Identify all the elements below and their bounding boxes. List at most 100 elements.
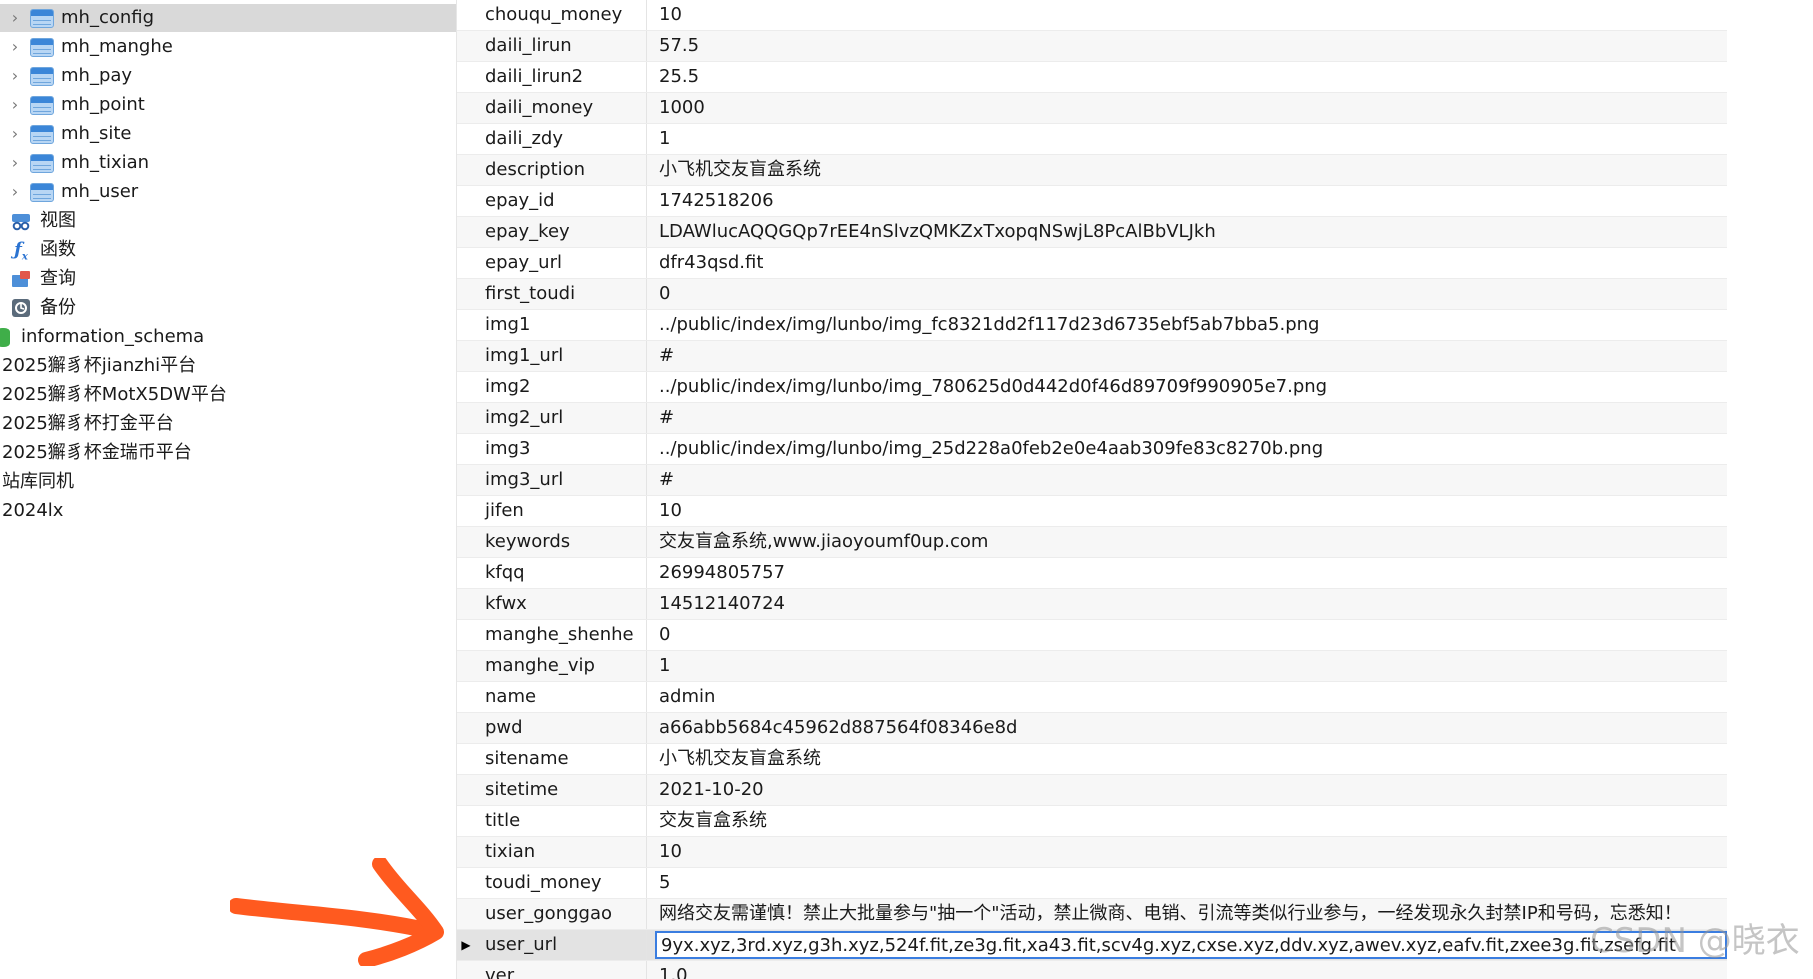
table-row[interactable]: kfwx 14512140724: [457, 589, 1727, 620]
table-row[interactable]: first_toudi 0: [457, 279, 1727, 310]
row-marker[interactable]: [457, 465, 475, 495]
row-marker[interactable]: [457, 155, 475, 185]
expand-arrow-icon[interactable]: ›: [8, 91, 22, 119]
cell-key[interactable]: img2: [479, 372, 647, 402]
cell-value[interactable]: 10: [659, 496, 1725, 526]
row-marker[interactable]: [457, 31, 475, 61]
cell-key[interactable]: user_gonggao: [479, 899, 647, 929]
cell-value[interactable]: 10: [659, 837, 1725, 867]
table-row[interactable]: daili_money 1000: [457, 93, 1727, 124]
table-row[interactable]: daili_lirun 57.5: [457, 31, 1727, 62]
table-row[interactable]: toudi_money 5: [457, 868, 1727, 899]
row-marker[interactable]: [457, 248, 475, 278]
row-marker[interactable]: [457, 806, 475, 836]
row-marker[interactable]: [457, 62, 475, 92]
cell-key[interactable]: pwd: [479, 713, 647, 743]
expand-arrow-icon[interactable]: ›: [8, 4, 22, 32]
table-row[interactable]: manghe_shenhe 0: [457, 620, 1727, 651]
table-row[interactable]: epay_key LDAWlucAQQGQp7rEE4nSlvzQMKZxTxo…: [457, 217, 1727, 248]
cell-key[interactable]: sitetime: [479, 775, 647, 805]
tree-connection-item[interactable]: 站库同机: [0, 468, 456, 496]
row-marker[interactable]: [457, 837, 475, 867]
cell-key[interactable]: jifen: [479, 496, 647, 526]
cell-key[interactable]: name: [479, 682, 647, 712]
tree-connection-item[interactable]: 2025獬豸杯金瑞币平台: [0, 439, 456, 467]
tree-table-mh-manghe[interactable]: › mh_manghe: [0, 33, 456, 61]
cell-value[interactable]: 14512140724: [659, 589, 1725, 619]
table-row[interactable]: tixian 10: [457, 837, 1727, 868]
row-marker[interactable]: [457, 310, 475, 340]
cell-key[interactable]: daili_money: [479, 93, 647, 123]
cell-key[interactable]: kfqq: [479, 558, 647, 588]
tree-connection-item[interactable]: 2025獬豸杯打金平台: [0, 410, 456, 438]
row-marker[interactable]: [457, 496, 475, 526]
table-row[interactable]: img3 ../public/index/img/lunbo/img_25d22…: [457, 434, 1727, 465]
cell-key[interactable]: first_toudi: [479, 279, 647, 309]
cell-value[interactable]: a66abb5684c45962d887564f08346e8d: [659, 713, 1725, 743]
row-marker[interactable]: [457, 775, 475, 805]
cell-key[interactable]: kfwx: [479, 589, 647, 619]
cell-key[interactable]: tixian: [479, 837, 647, 867]
cell-key[interactable]: chouqu_money: [479, 0, 647, 30]
row-marker[interactable]: [457, 558, 475, 588]
row-marker[interactable]: [457, 682, 475, 712]
cell-key[interactable]: img2_url: [479, 403, 647, 433]
cell-value[interactable]: #: [659, 403, 1725, 433]
cell-key[interactable]: keywords: [479, 527, 647, 557]
cell-value[interactable]: 1742518206: [659, 186, 1725, 216]
row-marker[interactable]: [457, 372, 475, 402]
tree-database-information-schema[interactable]: information_schema: [0, 323, 456, 351]
tree-node-functions[interactable]: ƒx 函数: [0, 236, 456, 264]
tree-connection-item[interactable]: 2025獬豸杯MotX5DW平台: [0, 381, 456, 409]
tree-node-backups[interactable]: 备份: [0, 294, 456, 322]
table-row[interactable]: kfqq 26994805757: [457, 558, 1727, 589]
cell-key[interactable]: img3_url: [479, 465, 647, 495]
cell-key[interactable]: title: [479, 806, 647, 836]
cell-value-editing[interactable]: 9yx.xyz,3rd.xyz,g3h.xyz,524f.fit,ze3g.fi…: [655, 931, 1727, 959]
table-row[interactable]: name admin: [457, 682, 1727, 713]
table-row[interactable]: img2 ../public/index/img/lunbo/img_78062…: [457, 372, 1727, 403]
table-row[interactable]: daili_zdy 1: [457, 124, 1727, 155]
table-row[interactable]: chouqu_money 10: [457, 0, 1727, 31]
table-row[interactable]: img3_url #: [457, 465, 1727, 496]
cell-key[interactable]: ver: [479, 961, 647, 979]
row-marker[interactable]: [457, 527, 475, 557]
cell-key[interactable]: epay_key: [479, 217, 647, 247]
cell-key[interactable]: toudi_money: [479, 868, 647, 898]
row-marker[interactable]: [457, 961, 475, 979]
table-row[interactable]: img1_url #: [457, 341, 1727, 372]
cell-value[interactable]: 1.0: [659, 961, 1725, 979]
row-marker[interactable]: [457, 868, 475, 898]
row-marker[interactable]: [457, 899, 475, 929]
table-row[interactable]: sitename 小飞机交友盲盒系统: [457, 744, 1727, 775]
cell-key[interactable]: epay_url: [479, 248, 647, 278]
tree-table-mh-user[interactable]: › mh_user: [0, 178, 456, 206]
cell-value[interactable]: ../public/index/img/lunbo/img_780625d0d4…: [659, 372, 1725, 402]
row-marker[interactable]: [457, 341, 475, 371]
expand-arrow-icon[interactable]: ›: [8, 149, 22, 177]
tree-table-mh-site[interactable]: › mh_site: [0, 120, 456, 148]
cell-key[interactable]: user_url: [479, 930, 647, 960]
table-row-selected[interactable]: ▶ user_url 9yx.xyz,3rd.xyz,g3h.xyz,524f.…: [457, 930, 1727, 961]
row-marker[interactable]: [457, 713, 475, 743]
cell-value[interactable]: 1: [659, 124, 1725, 154]
table-row[interactable]: manghe_vip 1: [457, 651, 1727, 682]
cell-key[interactable]: daili_zdy: [479, 124, 647, 154]
row-marker[interactable]: [457, 0, 475, 30]
cell-value[interactable]: #: [659, 465, 1725, 495]
tree-table-mh-config[interactable]: › mh_config: [0, 4, 456, 32]
table-row[interactable]: keywords 交友盲盒系统,www.jiaoyoumf0up.com: [457, 527, 1727, 558]
expand-arrow-icon[interactable]: ›: [8, 120, 22, 148]
cell-value[interactable]: 25.5: [659, 62, 1725, 92]
row-marker[interactable]: [457, 186, 475, 216]
cell-key[interactable]: daili_lirun2: [479, 62, 647, 92]
table-row[interactable]: user_gonggao 网络交友需谨慎！禁止大批量参与"抽一个"活动，禁止微商…: [457, 899, 1727, 930]
table-row[interactable]: description 小飞机交友盲盒系统: [457, 155, 1727, 186]
table-row[interactable]: img1 ../public/index/img/lunbo/img_fc832…: [457, 310, 1727, 341]
cell-value[interactable]: LDAWlucAQQGQp7rEE4nSlvzQMKZxTxopqNSwjL8P…: [659, 217, 1725, 247]
tree-table-mh-pay[interactable]: › mh_pay: [0, 62, 456, 90]
cell-value[interactable]: admin: [659, 682, 1725, 712]
tree-node-queries[interactable]: 查询: [0, 265, 456, 293]
table-row[interactable]: ver 1.0: [457, 961, 1727, 979]
row-marker[interactable]: [457, 124, 475, 154]
